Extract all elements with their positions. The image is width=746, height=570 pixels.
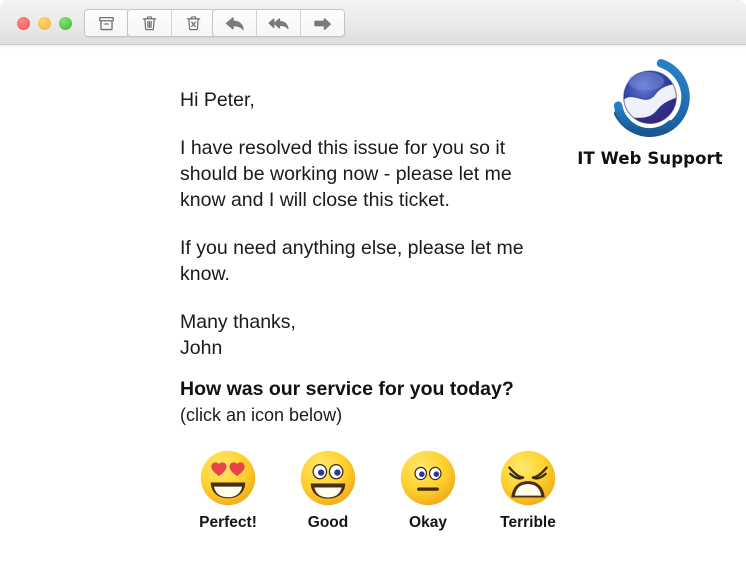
rating-terrible[interactable]: Terrible [478,449,578,532]
trash-can-icon [140,14,159,33]
forward-button[interactable] [301,10,344,36]
archive-group [84,9,129,37]
logo-text: IT Web Support [577,149,723,168]
email-sender: John [180,337,223,359]
forward-arrow-icon [312,13,333,34]
reply-all-button[interactable] [257,10,301,36]
logo-mark-icon [613,59,690,138]
traffic-light-controls [17,17,72,30]
email-paragraph-1: I have resolved this issue for you so it… [180,137,512,211]
delete-button[interactable] [128,10,172,36]
it-web-support-logo: IT Web Support [575,55,725,168]
grinning-face-icon [300,450,356,506]
archive-box-icon [97,14,116,33]
email-greeting: Hi Peter, [180,89,255,111]
email-closing: Many thanks, [180,311,296,333]
heart-eyes-face-icon [200,450,256,506]
reply-button[interactable] [213,10,257,36]
message-body: IT Web Support Hi Peter, I have resolved… [0,49,746,570]
rating-good-label: Good [307,514,349,531]
email-paragraph-2: If you need anything else, please let me… [180,237,524,285]
email-window: IT Web Support Hi Peter, I have resolved… [0,0,746,570]
rating-okay-label: Okay [409,514,447,531]
rating-okay[interactable]: Okay [378,449,478,532]
weary-face-icon [500,450,556,506]
rating-terrible-label: Terrible [500,514,556,531]
archive-button[interactable] [85,10,128,36]
minimize-window-button[interactable] [38,17,51,30]
close-window-button[interactable] [17,17,30,30]
survey-title: How was our service for you today? [180,378,514,400]
window-toolbar [0,0,746,45]
navigation-group [212,9,345,37]
survey-prompt: How was our service for you today? (clic… [180,377,600,427]
junk-button[interactable] [172,10,215,36]
maximize-window-button[interactable] [59,17,72,30]
trash-can-x-icon [184,14,203,33]
rating-perfect[interactable]: Perfect! [178,449,278,532]
email-text: Hi Peter, I have resolved this issue for… [180,87,560,361]
survey-rating-row: Perfect! Good Okay Terrible [178,449,578,532]
delete-group [127,9,216,37]
neutral-face-icon [400,450,456,506]
survey-subtitle: (click an icon below) [180,405,343,425]
reply-arrow-icon [224,13,245,34]
rating-good[interactable]: Good [278,449,378,532]
rating-perfect-label: Perfect! [199,514,257,531]
reply-all-arrow-icon [267,13,290,34]
